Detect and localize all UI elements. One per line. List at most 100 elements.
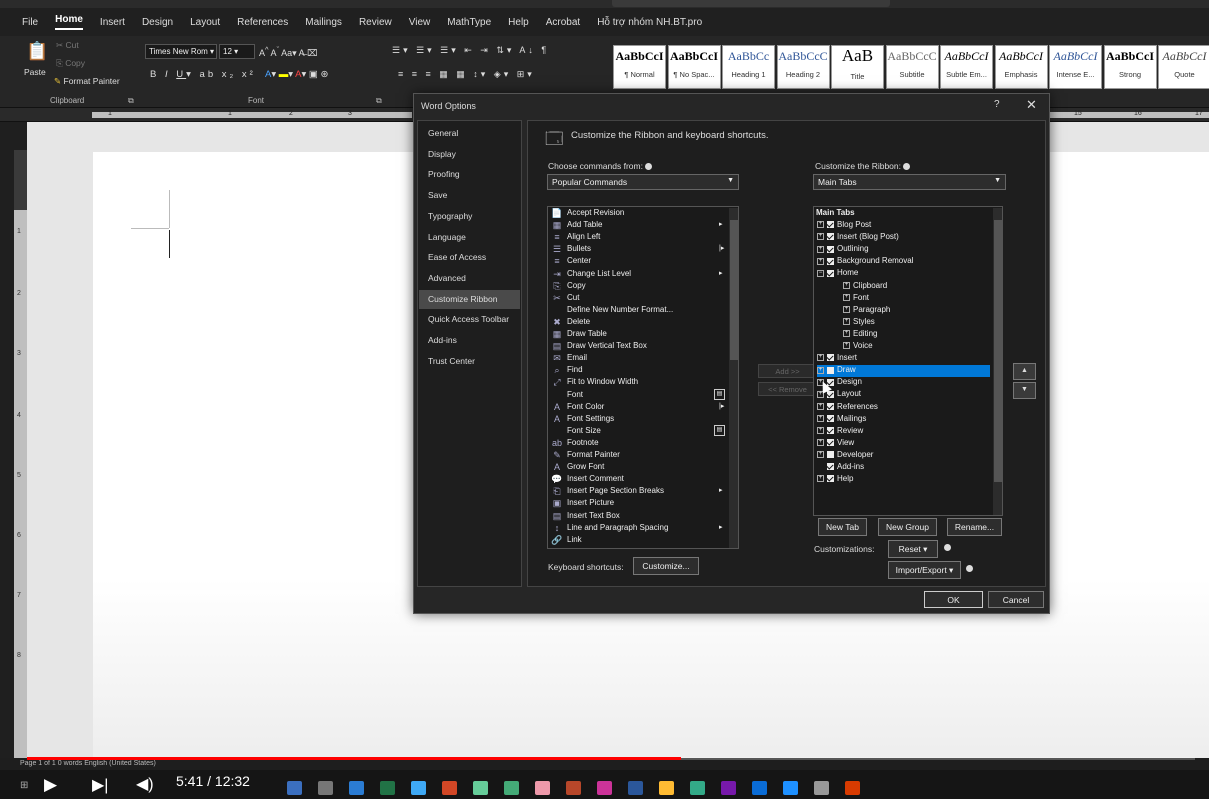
checkbox[interactable] (827, 402, 834, 410)
taskbar-app-icon[interactable] (814, 781, 829, 795)
ribbon-tab-editing[interactable]: + Editing (843, 329, 1002, 341)
ribbon-tab-styles[interactable]: + Styles (843, 317, 1002, 329)
tab-review[interactable]: Review (359, 17, 392, 28)
add-button[interactable]: Add >> (758, 364, 817, 378)
tab-mailings[interactable]: Mailings (305, 17, 342, 28)
windows-start-icon[interactable]: ⊞ (20, 780, 28, 791)
checkbox[interactable] (827, 463, 834, 471)
next-icon[interactable]: ▶| (92, 775, 108, 795)
expand-icon[interactable]: + (817, 451, 824, 459)
expand-icon[interactable]: + (817, 221, 824, 229)
dialog-launcher-icon[interactable]: ⧉ (128, 96, 134, 106)
command-item[interactable]: ▣ Insert Picture (548, 498, 728, 510)
taskbar-app-icon[interactable] (411, 781, 426, 795)
command-item[interactable]: ≡ Align Left (548, 232, 728, 244)
ribbon-tab-help[interactable]: + Help (817, 474, 977, 486)
checkbox[interactable] (827, 245, 834, 253)
ribbon-tab-clipboard[interactable]: + Clipboard (843, 281, 1002, 293)
command-item[interactable]: 📄 Accept Revision (548, 208, 728, 220)
new-group-button[interactable]: New Group (878, 518, 937, 536)
taskbar-app-icon[interactable] (721, 781, 736, 795)
style-emphasis[interactable]: AaBbCcI Emphasis (994, 45, 1048, 89)
command-item[interactable]: ☰ Bullets |▸ (548, 244, 728, 256)
command-item[interactable]: ⎗ Insert Page Section Breaks ▸ (548, 486, 728, 498)
font-dialog-launcher-icon[interactable]: ⧉ (376, 96, 382, 106)
command-item[interactable]: Font Size ▤ (548, 424, 728, 438)
ribbon-tab-voice[interactable]: + Voice (843, 341, 1002, 353)
font-name-select[interactable]: Times New Rom ▾ (145, 44, 217, 59)
checkbox[interactable] (827, 439, 834, 447)
ribbon-tab-insert[interactable]: + Insert (817, 353, 977, 365)
choose-commands-dropdown[interactable]: Popular Commands ▼ (547, 174, 739, 190)
taskbar-app-icon[interactable] (566, 781, 581, 795)
reset-button[interactable]: Reset ▾ (888, 540, 938, 558)
expand-icon[interactable]: + (817, 402, 824, 410)
style-title[interactable]: AaB Title (831, 45, 884, 89)
command-item[interactable]: ⎘ Copy (548, 281, 728, 293)
new-tab-button[interactable]: New Tab (818, 518, 867, 536)
command-item[interactable]: ab Footnote (548, 438, 728, 450)
style-normal[interactable]: AaBbCcI ¶ Normal (613, 45, 666, 89)
import-export-button[interactable]: Import/Export ▾ (888, 561, 961, 579)
ribbon-tab-home[interactable]: − Home (817, 268, 977, 280)
tab-design[interactable]: Design (142, 17, 173, 28)
ribbon-tab-layout[interactable]: + Layout (817, 389, 977, 401)
command-item[interactable]: ⤢ Fit to Window Width (548, 377, 728, 389)
checkbox[interactable] (827, 366, 834, 374)
nav-customize-ribbon[interactable]: Customize Ribbon (419, 289, 520, 309)
volume-icon[interactable]: ◀) (136, 774, 154, 794)
command-item[interactable]: ✂ Cut (548, 293, 728, 305)
expand-icon[interactable]: + (817, 475, 824, 483)
expand-icon[interactable]: + (843, 318, 850, 326)
command-item[interactable]: ✉ Email (548, 353, 728, 365)
taskbar-app-icon[interactable] (628, 781, 643, 795)
expand-icon[interactable]: + (817, 414, 824, 422)
command-item[interactable]: Font ▤ (548, 388, 728, 402)
tab-mathtype[interactable]: MathType (447, 17, 491, 28)
taskbar-app-icon[interactable] (287, 781, 302, 795)
paste-icon[interactable]: 📋 (26, 41, 48, 62)
checkbox[interactable] (827, 451, 834, 459)
checkbox[interactable] (827, 257, 834, 265)
command-item[interactable]: ✎ Format Painter (548, 450, 728, 462)
tab-file[interactable]: File (22, 17, 38, 28)
ribbon-tab-view[interactable]: + View (817, 438, 977, 450)
nav-typography[interactable]: Typography (419, 207, 520, 226)
paragraph-align-icons[interactable]: ≡ ≡ ≡ ▦ ▦ ↕▾ ◈▾ ⊞▾ (398, 69, 535, 80)
command-item[interactable]: A Font Settings (548, 414, 728, 426)
tab-insert[interactable]: Insert (100, 17, 125, 28)
tab-help[interactable]: Help (508, 17, 529, 28)
font-format-icons[interactable]: B I U▾ ab x₂ x² (150, 69, 256, 80)
ribbon-tab-developer[interactable]: + Developer (817, 450, 977, 462)
ribbon-tab-design[interactable]: + Design (817, 377, 977, 389)
expand-icon[interactable]: + (817, 257, 824, 265)
ribbon-tab-outlining[interactable]: + Outlining (817, 244, 977, 256)
ribbon-tab-paragraph[interactable]: + Paragraph (843, 305, 1002, 317)
info-icon[interactable] (644, 163, 652, 171)
close-icon[interactable]: ✕ (1026, 97, 1037, 113)
expand-icon[interactable]: + (843, 342, 850, 350)
checkbox[interactable] (827, 354, 834, 362)
style-heading-2[interactable]: AaBbCcC Heading 2 (776, 45, 830, 89)
info-icon[interactable] (944, 544, 951, 551)
tab-acrobat[interactable]: Acrobat (546, 17, 580, 28)
collapse-icon[interactable]: − (817, 269, 824, 277)
taskbar-app-icon[interactable] (783, 781, 798, 795)
expand-icon[interactable]: + (843, 306, 850, 314)
expand-icon[interactable]: + (843, 330, 850, 338)
style-heading-1[interactable]: AaBbCc Heading 1 (722, 45, 775, 89)
command-item[interactable]: ▤ Insert Text Box (548, 511, 728, 523)
nav-trust-center[interactable]: Trust Center (419, 352, 520, 371)
info-icon[interactable] (903, 163, 910, 171)
nav-advanced[interactable]: Advanced (419, 269, 520, 288)
ribbon-tab-blog-post[interactable]: + Blog Post (817, 220, 977, 232)
paste-button[interactable]: Paste (24, 67, 46, 77)
taskbar-app-icon[interactable] (380, 781, 395, 795)
scrollbar-thumb[interactable] (730, 220, 738, 360)
expand-icon[interactable]: + (817, 366, 824, 374)
style-quote[interactable]: AaBbCcI Quote (1158, 45, 1209, 89)
checkbox[interactable] (827, 269, 834, 277)
command-item[interactable]: ⌕ Find (548, 365, 728, 377)
ribbon-tab-insert-blog-post[interactable]: + Insert (Blog Post) (817, 232, 977, 244)
taskbar-app-icon[interactable] (504, 781, 519, 795)
